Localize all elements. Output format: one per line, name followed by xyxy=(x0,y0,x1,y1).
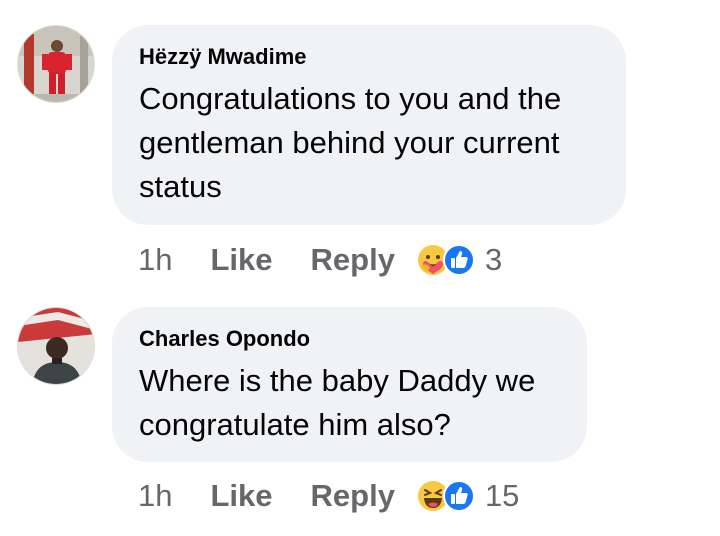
reaction-count: 15 xyxy=(484,478,520,513)
comment-bubble: Charles Opondo Where is the baby Daddy w… xyxy=(112,307,587,462)
reply-button[interactable]: Reply xyxy=(311,478,395,514)
comment-timestamp[interactable]: 1h xyxy=(138,478,172,514)
like-thumb-icon xyxy=(442,480,475,512)
comment-text: Congratulations to you and the gentleman… xyxy=(139,81,562,204)
avatar-photo-icon xyxy=(18,308,94,384)
reaction-icons xyxy=(417,242,475,278)
comment-1: Hëzzÿ Mwadime Congratulations to you and… xyxy=(0,0,720,290)
avatar[interactable] xyxy=(17,307,95,385)
comment-2: Charles Opondo Where is the baby Daddy w… xyxy=(0,290,720,536)
avatar[interactable] xyxy=(17,25,95,103)
like-thumb-icon xyxy=(442,244,475,276)
avatar-photo-icon xyxy=(18,26,94,102)
reply-button[interactable]: Reply xyxy=(311,242,395,278)
comment-timestamp[interactable]: 1h xyxy=(138,242,172,278)
reactions-summary[interactable]: 15 xyxy=(417,478,519,514)
comment-author[interactable]: Hëzzÿ Mwadime xyxy=(139,43,600,71)
reaction-icons xyxy=(417,478,475,514)
reactions-summary[interactable]: 3 xyxy=(417,242,502,278)
like-button[interactable]: Like xyxy=(210,478,272,514)
reaction-count: 3 xyxy=(484,242,503,277)
comment-actions: 1h Like Reply 3 xyxy=(138,240,502,280)
comment-author[interactable]: Charles Opondo xyxy=(139,325,561,353)
comment-actions: 1h Like Reply 15 xyxy=(138,476,519,516)
comment-bubble: Hëzzÿ Mwadime Congratulations to you and… xyxy=(112,25,626,225)
comment-text: Where is the baby Daddy we congratulate … xyxy=(139,363,536,442)
like-button[interactable]: Like xyxy=(210,242,272,278)
